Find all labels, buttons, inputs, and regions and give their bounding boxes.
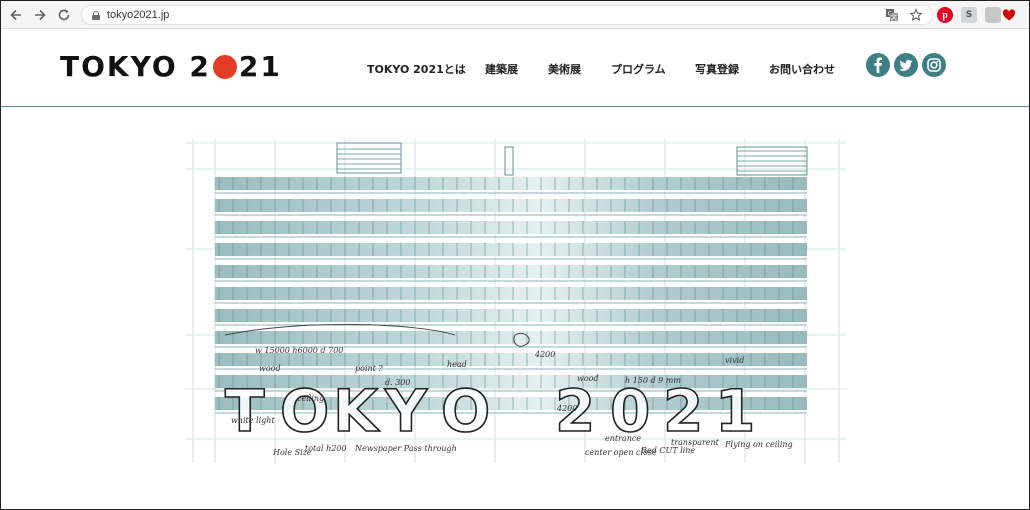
extension-heart-icon[interactable] xyxy=(1001,7,1017,23)
annotation-text: Flying on ceiling xyxy=(724,440,793,449)
back-icon[interactable] xyxy=(7,6,25,24)
star-icon[interactable] xyxy=(908,7,924,23)
floor-glass-band xyxy=(215,331,807,344)
floor-glass-band xyxy=(215,309,807,322)
screenshot-frame: tokyo2021.jp G文 p S TOKYO 221 TOKYO 2021… xyxy=(0,0,1030,510)
pinterest-icon[interactable]: p xyxy=(937,7,953,23)
floor-glass-band xyxy=(215,177,807,190)
url-text: tokyo2021.jp xyxy=(107,9,170,21)
annotation-text: point ? xyxy=(355,364,383,373)
sketch-letter: Y xyxy=(384,377,428,445)
annotation-text: white light xyxy=(231,416,275,425)
sketch-letter: 1 xyxy=(715,377,755,445)
social-links xyxy=(866,53,946,77)
annotation-text: ceiling xyxy=(297,394,324,403)
annotation-text: transparent xyxy=(671,438,720,447)
annotation-text: wood xyxy=(577,374,599,383)
sketch-letter: 2 xyxy=(663,377,703,445)
extension-s-icon[interactable]: S xyxy=(961,7,977,23)
annotation-text: Red CUT line xyxy=(640,446,695,455)
annotation-text: 4200 xyxy=(556,404,577,413)
annotation-text: 4200 xyxy=(534,350,555,359)
annotation-text: h 150 d 9 mm xyxy=(625,376,681,385)
svg-text:文: 文 xyxy=(891,14,897,22)
lock-icon xyxy=(92,11,100,20)
floor-glass-band xyxy=(215,265,807,278)
logo-text-left: TOKYO 2 xyxy=(60,49,211,83)
nav-item-architecture[interactable]: 建築展 xyxy=(485,61,548,77)
annotation-text: Hole Size xyxy=(272,448,312,457)
building-sketch-illustration: TOKYO2021 w 15000 h6000 d 700woodceiling… xyxy=(185,139,847,463)
twitter-icon[interactable] xyxy=(894,53,918,77)
sketch-title-letters: TOKYO2021 xyxy=(224,376,756,446)
tokyo-2021-logo[interactable]: TOKYO 2 21 xyxy=(60,49,282,83)
hero-building-sketch: TOKYO2021 w 15000 h6000 d 700 wood ceiling… xyxy=(185,139,847,463)
reload-icon[interactable] xyxy=(55,6,73,24)
extension-gray-icon[interactable] xyxy=(985,7,1001,23)
annotation-text: w 15000 h6000 d 700 xyxy=(255,346,343,355)
header-divider xyxy=(1,106,1029,107)
annotation-text: wood xyxy=(259,364,281,373)
nav-item-photo-registration[interactable]: 写真登録 xyxy=(695,61,769,77)
annotation-text: vivid xyxy=(725,356,744,365)
address-bar[interactable]: tokyo2021.jp G文 xyxy=(81,5,933,25)
translate-icon[interactable]: G文 xyxy=(884,7,900,23)
floor-glass-band xyxy=(215,199,807,212)
sketch-letter: T xyxy=(225,377,265,445)
instagram-icon[interactable] xyxy=(922,53,946,77)
facebook-icon[interactable] xyxy=(866,53,890,77)
annotation-text: entrance xyxy=(605,434,641,443)
nav-item-contact[interactable]: お問い合わせ xyxy=(769,61,859,77)
sketch-letter: O xyxy=(441,377,490,445)
nav-item-about[interactable]: TOKYO 2021とは xyxy=(367,61,485,77)
browser-toolbar: tokyo2021.jp G文 p S xyxy=(1,1,1029,29)
logo-text-right: 21 xyxy=(238,49,282,83)
forward-icon[interactable] xyxy=(31,6,49,24)
main-navigation: TOKYO 2021とは 建築展 美術展 プログラム 写真登録 お問い合わせ xyxy=(367,61,859,77)
floor-glass-band xyxy=(215,287,807,300)
annotation-text: Newspaper Pass through xyxy=(354,444,457,453)
annotation-text: head xyxy=(447,360,467,369)
building-roof xyxy=(336,142,808,176)
logo-red-dot xyxy=(212,55,237,79)
sketch-letter: K xyxy=(333,377,380,445)
site-header: TOKYO 2 21 TOKYO 2021とは 建築展 美術展 プログラム 写真登… xyxy=(1,29,1029,107)
nav-item-art[interactable]: 美術展 xyxy=(548,61,611,77)
sketch-letter: O xyxy=(280,377,329,445)
floor-glass-band xyxy=(215,243,807,256)
roof-ladder xyxy=(504,146,514,176)
floor-glass-band xyxy=(215,221,807,234)
nav-item-program[interactable]: プログラム xyxy=(611,61,695,77)
annotation-text: d. 300 xyxy=(385,378,410,387)
